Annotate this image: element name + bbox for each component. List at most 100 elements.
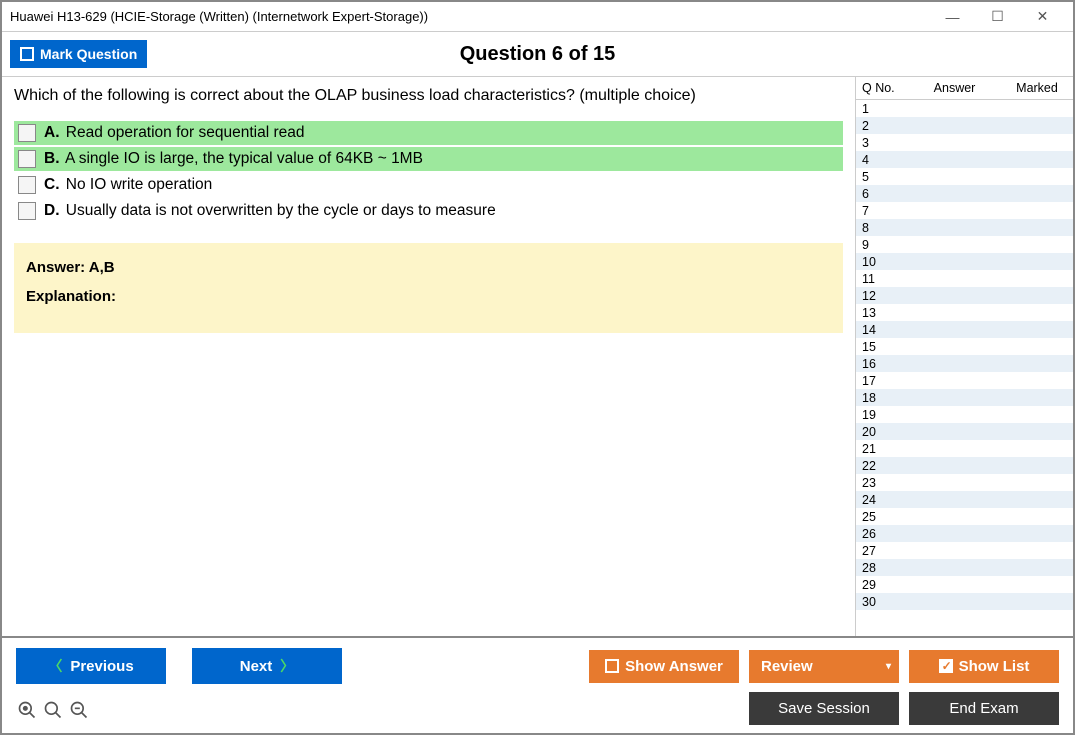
list-row[interactable]: 15 <box>856 338 1073 355</box>
next-button[interactable]: Next 〉 <box>192 648 342 684</box>
answer-option[interactable]: A. Read operation for sequential read <box>14 121 843 145</box>
show-list-button[interactable]: Show List <box>909 650 1059 683</box>
question-list-panel: Q No. Answer Marked 12345678910111213141… <box>855 77 1073 636</box>
list-header: Q No. Answer Marked <box>856 77 1073 100</box>
answer-option[interactable]: D. Usually data is not overwritten by th… <box>14 199 843 223</box>
previous-button[interactable]: 〈 Previous <box>16 648 166 684</box>
question-counter: Question 6 of 15 <box>2 43 1073 66</box>
row-number: 25 <box>862 510 892 524</box>
list-row[interactable]: 5 <box>856 168 1073 185</box>
row-number: 27 <box>862 544 892 558</box>
minimize-icon[interactable]: — <box>930 3 975 31</box>
checkbox-icon <box>20 47 34 61</box>
show-list-label: Show List <box>959 658 1030 675</box>
chevron-down-icon: ▾ <box>886 661 899 672</box>
list-row[interactable]: 18 <box>856 389 1073 406</box>
checkbox-icon[interactable] <box>18 176 36 194</box>
list-row[interactable]: 20 <box>856 423 1073 440</box>
list-row[interactable]: 29 <box>856 576 1073 593</box>
list-row[interactable]: 19 <box>856 406 1073 423</box>
checkbox-icon[interactable] <box>18 150 36 168</box>
list-row[interactable]: 17 <box>856 372 1073 389</box>
window-controls: — ☐ ✕ <box>930 3 1065 31</box>
checkbox-checked-icon <box>939 659 953 673</box>
list-row[interactable]: 16 <box>856 355 1073 372</box>
list-row[interactable]: 28 <box>856 559 1073 576</box>
row-number: 4 <box>862 153 892 167</box>
option-text: A. Read operation for sequential read <box>44 124 305 142</box>
list-row[interactable]: 21 <box>856 440 1073 457</box>
row-number: 9 <box>862 238 892 252</box>
row-number: 28 <box>862 561 892 575</box>
row-number: 26 <box>862 527 892 541</box>
list-row[interactable]: 26 <box>856 525 1073 542</box>
row-number: 7 <box>862 204 892 218</box>
row-number: 3 <box>862 136 892 150</box>
row-number: 29 <box>862 578 892 592</box>
zoom-out-icon[interactable] <box>68 699 90 721</box>
answer-option[interactable]: B. A single IO is large, the typical val… <box>14 147 843 171</box>
list-row[interactable]: 13 <box>856 304 1073 321</box>
list-row[interactable]: 10 <box>856 253 1073 270</box>
zoom-controls <box>16 697 90 721</box>
row-number: 8 <box>862 221 892 235</box>
review-button[interactable]: Review ▾ <box>749 650 899 683</box>
footer-row-2: Save Session End Exam <box>16 692 1059 725</box>
col-qno: Q No. <box>862 81 902 95</box>
row-number: 11 <box>862 272 892 286</box>
row-number: 30 <box>862 595 892 609</box>
list-row[interactable]: 11 <box>856 270 1073 287</box>
next-label: Next <box>240 658 273 675</box>
maximize-icon[interactable]: ☐ <box>975 3 1020 31</box>
col-answer: Answer <box>902 81 1007 95</box>
row-number: 12 <box>862 289 892 303</box>
row-number: 19 <box>862 408 892 422</box>
answer-box: Answer: A,B Explanation: <box>14 243 843 333</box>
close-icon[interactable]: ✕ <box>1020 3 1065 31</box>
question-panel: Which of the following is correct about … <box>2 77 855 636</box>
save-session-button[interactable]: Save Session <box>749 692 899 725</box>
zoom-in-icon[interactable] <box>42 699 64 721</box>
row-number: 15 <box>862 340 892 354</box>
mark-question-button[interactable]: Mark Question <box>10 40 147 68</box>
question-list[interactable]: 1234567891011121314151617181920212223242… <box>856 100 1073 636</box>
list-row[interactable]: 27 <box>856 542 1073 559</box>
list-row[interactable]: 4 <box>856 151 1073 168</box>
options-list: A. Read operation for sequential read B. … <box>14 121 843 223</box>
chevron-right-icon: 〉 <box>280 656 294 676</box>
list-row[interactable]: 12 <box>856 287 1073 304</box>
answer-option[interactable]: C. No IO write operation <box>14 173 843 197</box>
list-row[interactable]: 8 <box>856 219 1073 236</box>
list-row[interactable]: 14 <box>856 321 1073 338</box>
checkbox-icon[interactable] <box>18 202 36 220</box>
row-number: 22 <box>862 459 892 473</box>
list-row[interactable]: 9 <box>856 236 1073 253</box>
list-row[interactable]: 24 <box>856 491 1073 508</box>
review-label: Review <box>761 658 813 675</box>
list-row[interactable]: 23 <box>856 474 1073 491</box>
col-marked: Marked <box>1007 81 1067 95</box>
show-answer-label: Show Answer <box>625 658 723 675</box>
list-row[interactable]: 30 <box>856 593 1073 610</box>
app-window: Huawei H13-629 (HCIE-Storage (Written) (… <box>0 0 1075 735</box>
question-text: Which of the following is correct about … <box>14 87 843 105</box>
option-text: D. Usually data is not overwritten by th… <box>44 202 496 220</box>
show-answer-button[interactable]: Show Answer <box>589 650 739 683</box>
list-row[interactable]: 22 <box>856 457 1073 474</box>
row-number: 18 <box>862 391 892 405</box>
mark-question-label: Mark Question <box>40 46 137 62</box>
list-row[interactable]: 6 <box>856 185 1073 202</box>
zoom-reset-icon[interactable] <box>16 699 38 721</box>
end-exam-button[interactable]: End Exam <box>909 692 1059 725</box>
checkbox-icon <box>605 659 619 673</box>
previous-label: Previous <box>70 658 133 675</box>
list-row[interactable]: 25 <box>856 508 1073 525</box>
list-row[interactable]: 7 <box>856 202 1073 219</box>
option-text: C. No IO write operation <box>44 176 212 194</box>
checkbox-icon[interactable] <box>18 124 36 142</box>
list-row[interactable]: 1 <box>856 100 1073 117</box>
row-number: 21 <box>862 442 892 456</box>
row-number: 17 <box>862 374 892 388</box>
list-row[interactable]: 2 <box>856 117 1073 134</box>
list-row[interactable]: 3 <box>856 134 1073 151</box>
